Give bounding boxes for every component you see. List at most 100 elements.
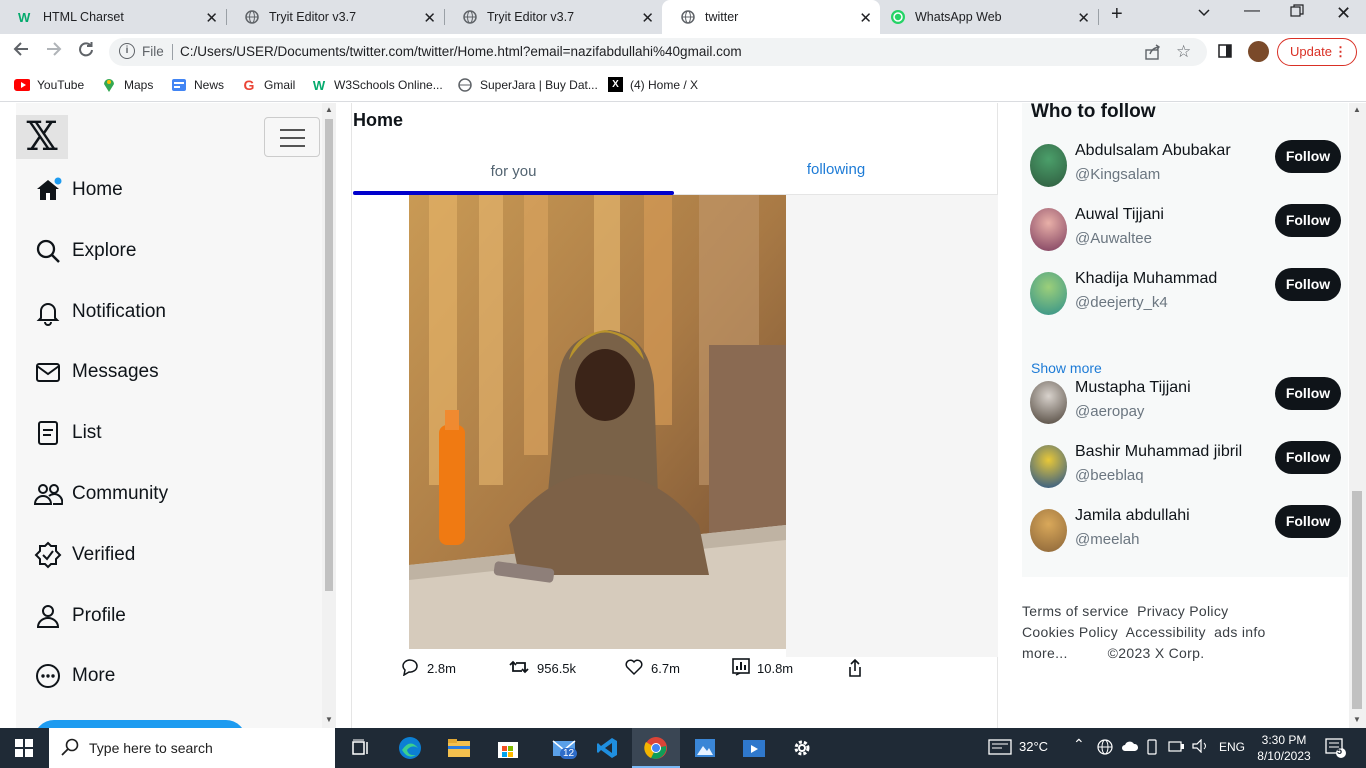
scrollbar-thumb[interactable] — [1352, 491, 1362, 709]
tab-search-icon[interactable] — [1197, 5, 1211, 23]
forward-icon[interactable] — [46, 41, 62, 62]
show-hidden-icons-icon[interactable]: ⌃ — [1073, 736, 1085, 753]
close-tab-icon[interactable]: ✕ — [205, 9, 218, 27]
follow-button[interactable]: Follow — [1275, 140, 1341, 173]
browser-tab[interactable]: Tryit Editor v3.7 ✕ — [226, 0, 444, 34]
sidebar-item-verified[interactable]: Verified — [32, 539, 135, 571]
follow-button[interactable]: Follow — [1275, 377, 1341, 410]
sidebar-item-messages[interactable]: Messages — [32, 356, 159, 388]
share-icon[interactable] — [1145, 44, 1161, 65]
profile-avatar[interactable] — [1248, 41, 1269, 62]
post-image[interactable] — [409, 195, 786, 649]
side-panel-icon[interactable] — [1218, 44, 1232, 63]
scroll-down-icon[interactable]: ▼ — [1353, 715, 1361, 724]
follow-suggestion[interactable]: Mustapha Tijjani @aeropay Follow — [1030, 377, 1348, 431]
sidebar-item-list[interactable]: List — [32, 417, 102, 449]
clock[interactable]: 3:30 PM 8/10/2023 — [1255, 732, 1313, 764]
reload-icon[interactable] — [78, 41, 94, 62]
scroll-up-icon[interactable]: ▲ — [1353, 105, 1361, 114]
notification-center-icon[interactable]: 5 — [1325, 737, 1347, 762]
follow-suggestion[interactable]: Jamila abdullahi @meelah Follow — [1030, 505, 1348, 559]
vscode-icon[interactable] — [595, 736, 619, 760]
weather-temp[interactable]: 32°C — [1019, 739, 1048, 754]
bookmark-youtube[interactable]: YouTube — [14, 77, 84, 93]
media-player-icon[interactable] — [742, 736, 766, 760]
chrome-icon[interactable] — [644, 736, 668, 760]
browser-tab[interactable]: W HTML Charset ✕ — [0, 0, 226, 34]
taskbar-search[interactable]: Type here to search — [49, 728, 335, 768]
bookmark-maps[interactable]: Maps — [101, 77, 153, 93]
like-button[interactable]: 6.7m — [624, 658, 680, 679]
bookmark-x-home[interactable]: X (4) Home / X — [608, 77, 698, 92]
bookmark-superjara[interactable]: SuperJara | Buy Dat... — [457, 77, 598, 93]
minimize-icon[interactable]: — — [1244, 2, 1260, 20]
update-button[interactable]: Update ⋮ — [1277, 38, 1357, 66]
photos-icon[interactable] — [693, 736, 717, 760]
repost-button[interactable]: 956.5k — [508, 658, 576, 679]
ads-info-link[interactable]: ads info — [1214, 624, 1265, 640]
window-close-icon[interactable]: ✕ — [1336, 3, 1351, 24]
bookmark-news[interactable]: News — [171, 77, 224, 93]
follow-button[interactable]: Follow — [1275, 204, 1341, 237]
back-icon[interactable] — [13, 41, 29, 62]
sidebar-item-more[interactable]: More — [32, 660, 115, 692]
sidebar-scrollbar[interactable]: ▲ ▼ — [322, 103, 336, 728]
new-tab-icon[interactable]: + — [1111, 3, 1123, 26]
browser-tab[interactable]: WhatsApp Web ✕ — [880, 0, 1098, 34]
close-tab-icon[interactable]: ✕ — [1077, 9, 1090, 27]
restore-icon[interactable] — [1290, 4, 1304, 23]
cookies-link[interactable]: Cookies Policy — [1022, 624, 1118, 640]
store-icon[interactable] — [496, 736, 520, 760]
file-explorer-icon[interactable] — [447, 736, 471, 760]
reply-button[interactable]: 2.8m — [400, 658, 456, 679]
follow-suggestion[interactable]: Bashir Muhammad jibril @beeblaq Follow — [1030, 441, 1348, 495]
accessibility-link[interactable]: Accessibility — [1126, 624, 1206, 640]
url-text[interactable]: C:/Users/USER/Documents/twitter.com/twit… — [180, 44, 742, 59]
hamburger-menu-button[interactable] — [264, 117, 320, 157]
bookmark-gmail[interactable]: G Gmail — [241, 77, 296, 93]
mail-icon[interactable]: 12 — [546, 736, 582, 760]
network-icon[interactable] — [1168, 739, 1186, 756]
settings-gear-icon[interactable] — [790, 736, 814, 760]
edge-icon[interactable] — [398, 736, 422, 760]
volume-icon[interactable] — [1192, 738, 1210, 756]
post-button[interactable] — [34, 720, 246, 728]
follow-button[interactable]: Follow — [1275, 441, 1341, 474]
address-bar[interactable]: i File C:/Users/USER/Documents/twitter.c… — [109, 38, 1207, 66]
browser-tab-active[interactable]: twitter ✕ — [662, 0, 880, 34]
x-logo-icon[interactable]: 𝕏 — [16, 115, 68, 159]
cloud-icon[interactable] — [1121, 739, 1139, 756]
close-tab-icon[interactable]: ✕ — [859, 9, 872, 27]
task-view-icon[interactable] — [348, 736, 372, 760]
sidebar-item-notification[interactable]: Notification — [32, 296, 166, 328]
sidebar-item-profile[interactable]: Profile — [32, 600, 126, 632]
browser-tab[interactable]: Tryit Editor v3.7 ✕ — [444, 0, 662, 34]
windows-start-icon[interactable] — [12, 736, 36, 760]
scrollbar-thumb[interactable] — [325, 119, 333, 591]
scroll-down-icon[interactable]: ▼ — [325, 715, 333, 724]
bookmark-w3schools[interactable]: W W3Schools Online... — [311, 77, 443, 93]
share-button[interactable] — [846, 658, 871, 681]
show-more-link[interactable]: Show more — [1031, 360, 1102, 376]
weather-icon[interactable] — [988, 738, 1012, 759]
close-tab-icon[interactable]: ✕ — [641, 9, 654, 27]
sidebar-item-community[interactable]: Community — [32, 478, 168, 510]
follow-suggestion[interactable]: Abdulsalam Abubakar @Kingsalam Follow — [1030, 140, 1348, 194]
phone-link-icon[interactable] — [1145, 739, 1159, 758]
sidebar-item-home[interactable]: Home — [32, 174, 123, 206]
follow-suggestion[interactable]: Khadija Muhammad @deejerty_k4 Follow — [1030, 268, 1348, 322]
follow-suggestion[interactable]: Auwal Tijjani @Auwaltee Follow — [1030, 204, 1348, 258]
close-tab-icon[interactable]: ✕ — [423, 9, 436, 27]
views-button[interactable]: 10.8m — [732, 658, 793, 679]
input-language[interactable]: ENG — [1219, 740, 1245, 754]
more-link[interactable]: more... — [1022, 645, 1068, 661]
globe-icon[interactable] — [1097, 739, 1113, 758]
terms-link[interactable]: Terms of service — [1022, 603, 1129, 619]
privacy-link[interactable]: Privacy Policy — [1137, 603, 1228, 619]
follow-button[interactable]: Follow — [1275, 268, 1341, 301]
scroll-up-icon[interactable]: ▲ — [325, 105, 333, 114]
site-info-icon[interactable]: i — [119, 43, 135, 59]
follow-button[interactable]: Follow — [1275, 505, 1341, 538]
tab-following[interactable]: following — [674, 149, 998, 191]
page-scrollbar[interactable]: ▲ ▼ — [1349, 103, 1366, 728]
